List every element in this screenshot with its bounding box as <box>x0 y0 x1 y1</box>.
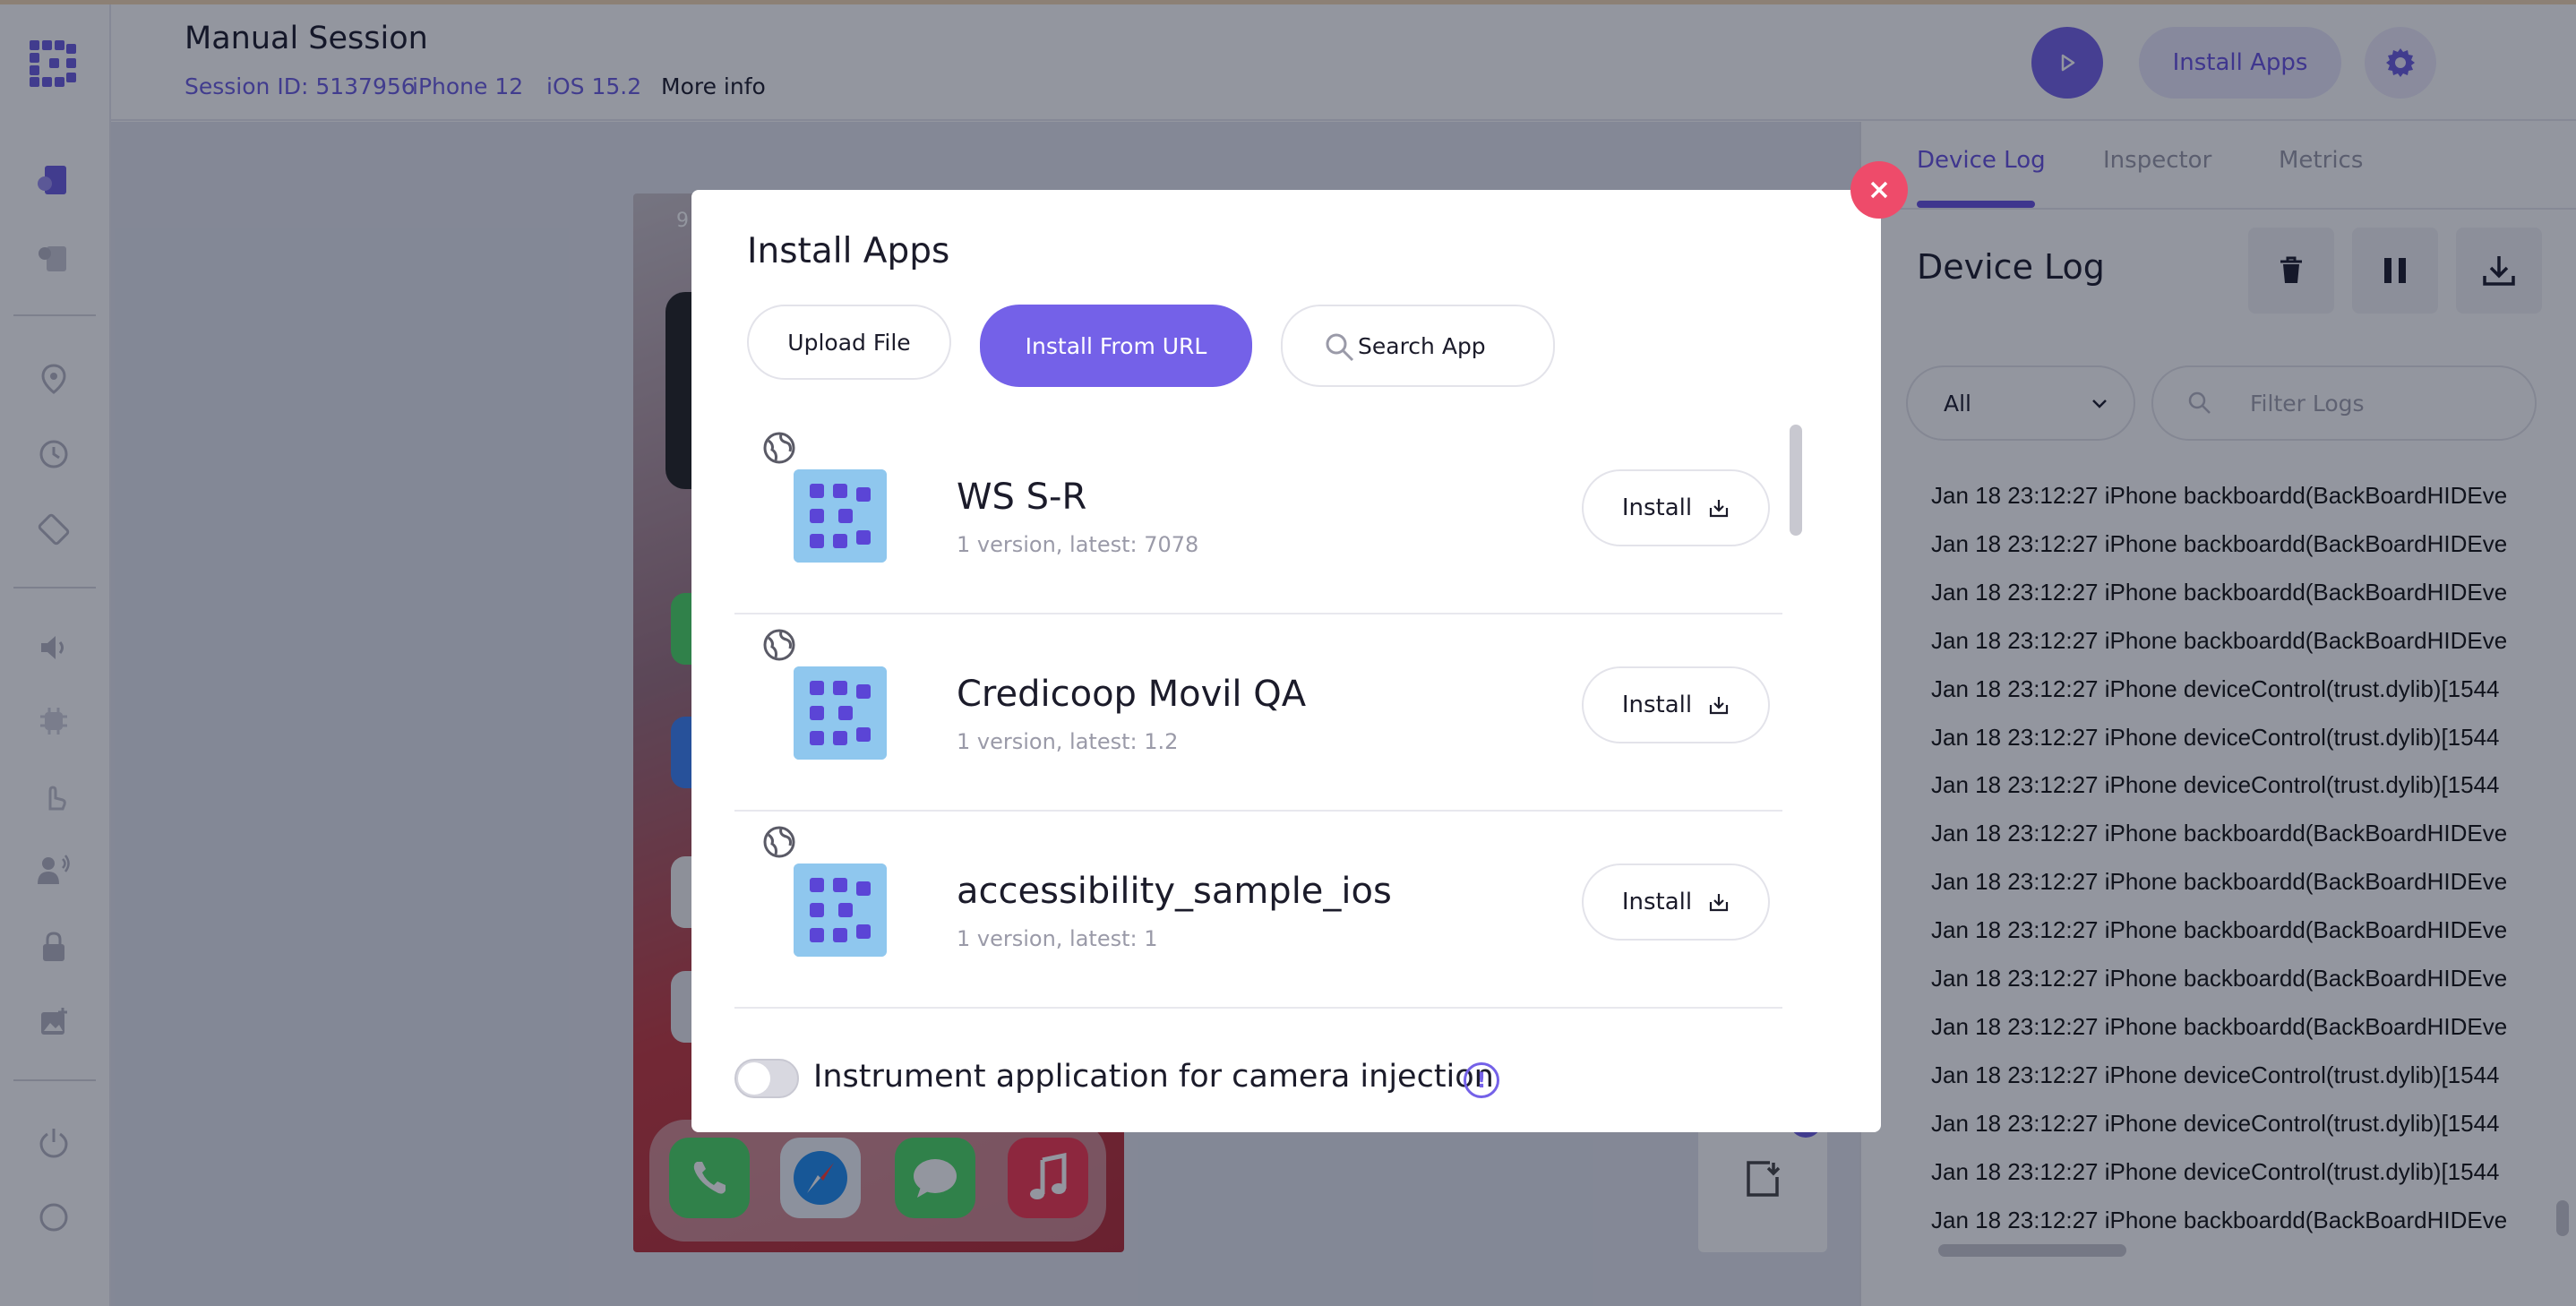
camera-injection-label: Instrument application for camera inject… <box>813 1059 1494 1095</box>
install-label: Install <box>1621 889 1693 915</box>
install-app-button[interactable]: Install <box>1582 864 1770 941</box>
search-app-button[interactable]: Search App <box>1281 305 1555 387</box>
install-icon <box>1710 894 1729 912</box>
install-apps-modal: Install Apps Upload File Install From UR… <box>691 190 1881 1132</box>
globe-icon <box>763 629 795 661</box>
info-icon[interactable]: ! <box>1464 1062 1499 1098</box>
upload-file-button[interactable]: Upload File <box>747 305 951 380</box>
camera-injection-toggle[interactable] <box>734 1059 799 1098</box>
app-version-info: 1 version, latest: 1.2 <box>957 729 1179 754</box>
close-modal-button[interactable] <box>1850 161 1908 219</box>
install-label: Install <box>1621 692 1693 718</box>
install-app-button[interactable]: Install <box>1582 666 1770 743</box>
globe-icon <box>763 432 795 464</box>
app-row[interactable]: Credicoop Movil QA 1 version, latest: 1.… <box>734 614 1782 812</box>
app-logo-icon <box>794 666 887 760</box>
install-from-url-button[interactable]: Install From URL <box>980 305 1252 387</box>
app-logo-icon <box>794 864 887 957</box>
globe-icon <box>763 826 795 858</box>
install-app-button[interactable]: Install <box>1582 469 1770 546</box>
search-app-label: Search App <box>1358 332 1486 359</box>
app-row[interactable]: WS S-R 1 version, latest: 7078 Install <box>734 417 1782 614</box>
app-name: WS S-R <box>957 477 1087 518</box>
app-name: Credicoop Movil QA <box>957 674 1307 715</box>
app-version-info: 1 version, latest: 7078 <box>957 532 1199 557</box>
modal-title: Install Apps <box>747 231 950 271</box>
toggle-knob <box>738 1062 770 1095</box>
install-icon <box>1710 697 1729 715</box>
app-name: accessibility_sample_ios <box>957 871 1392 912</box>
app-logo-icon <box>794 469 887 563</box>
app-list-scrollbar[interactable] <box>1790 425 1802 536</box>
app-list[interactable]: WS S-R 1 version, latest: 7078 Install C… <box>734 417 1800 1014</box>
install-icon <box>1710 500 1729 518</box>
app-row[interactable]: accessibility_sample_ios 1 version, late… <box>734 812 1782 1009</box>
close-icon <box>1870 181 1888 199</box>
install-label: Install <box>1621 494 1693 521</box>
search-icon <box>1326 333 1354 362</box>
app-version-info: 1 version, latest: 1 <box>957 926 1158 951</box>
